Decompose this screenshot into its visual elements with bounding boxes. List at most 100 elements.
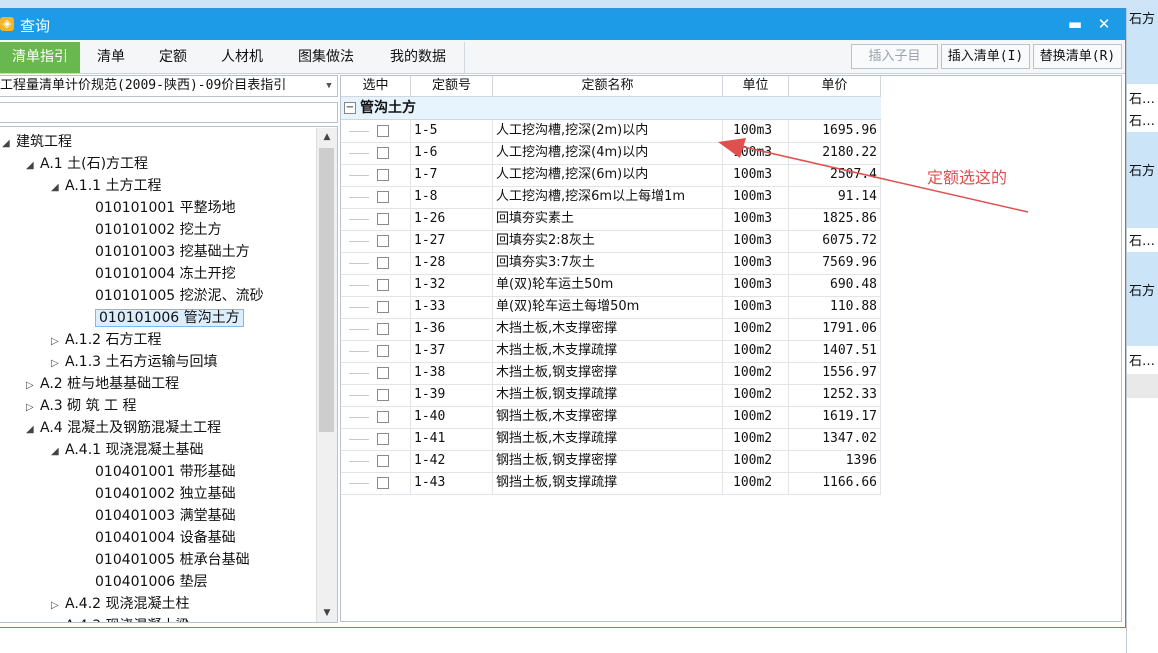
scroll-up-icon[interactable]: ▲: [317, 128, 337, 146]
tree-node[interactable]: ◢ A.1 土(石)方工程: [26, 153, 148, 175]
tab-my-data[interactable]: 我的数据: [372, 42, 465, 73]
table-row[interactable]: 1-42 钢挡土板,钢支撑密撑 100m2 1396: [341, 450, 881, 473]
row-checkbox[interactable]: [376, 388, 389, 401]
tree-node[interactable]: 010401001 带形基础: [95, 461, 236, 483]
search-input[interactable]: [0, 102, 338, 123]
tab-labor-material-machine[interactable]: 人材机: [204, 42, 281, 73]
tree-node[interactable]: ▷ A.1.2 石方工程: [51, 329, 162, 351]
table-row[interactable]: 1-26 回填夯实素土 100m3 1825.86: [341, 208, 881, 231]
header-code[interactable]: 定额号: [411, 76, 493, 96]
minimize-button[interactable]: ▬: [1063, 13, 1087, 35]
row-checkbox[interactable]: [376, 454, 389, 467]
header-unit[interactable]: 单位: [723, 76, 789, 96]
table-row[interactable]: 1-41 钢挡土板,木支撑疏撑 100m2 1347.02: [341, 428, 881, 451]
row-checkbox[interactable]: [376, 168, 389, 181]
row-checkbox[interactable]: [376, 124, 389, 137]
expand-icon[interactable]: ▷: [51, 617, 65, 622]
tree-node[interactable]: ▷ A.3 砌 筑 工 程: [26, 395, 137, 417]
tree-node[interactable]: 010401006 垫层: [95, 571, 208, 593]
table-row[interactable]: 1-40 钢挡土板,木支撑密撑 100m2 1619.17: [341, 406, 881, 429]
row-checkbox[interactable]: [376, 322, 389, 335]
tab-list[interactable]: 清单: [80, 42, 143, 73]
table-row[interactable]: 1-32 单(双)轮车运土50m 100m3 690.48: [341, 274, 881, 297]
table-row[interactable]: 1-7 人工挖沟槽,挖深(6m)以内 100m3 2507.4: [341, 164, 881, 187]
close-button[interactable]: ✕: [1092, 13, 1116, 35]
table-row[interactable]: 1-39 木挡土板,钢支撑疏撑 100m2 1252.33: [341, 384, 881, 407]
collapse-icon[interactable]: ◢: [26, 419, 40, 441]
table-row[interactable]: 1-33 单(双)轮车运土每增50m 100m3 110.88: [341, 296, 881, 319]
table-row[interactable]: 1-28 回填夯实3:7灰土 100m3 7569.96: [341, 252, 881, 275]
tree-node[interactable]: ◢ A.4.1 现浇混凝土基础: [51, 439, 204, 461]
scroll-down-icon[interactable]: ▼: [317, 604, 337, 622]
table-row[interactable]: 1-43 钢挡土板,钢支撑疏撑 100m2 1166.66: [341, 472, 881, 495]
tab-quota[interactable]: 定额: [142, 42, 205, 73]
tree-node[interactable]: ▷ A.1.3 土石方运输与回填: [51, 351, 218, 373]
insert-list-button[interactable]: 插入清单(I): [941, 44, 1030, 69]
row-checkbox[interactable]: [376, 300, 389, 313]
expand-icon[interactable]: ▷: [51, 331, 65, 353]
chevron-down-icon[interactable]: ▼: [323, 76, 335, 96]
tree-node[interactable]: 010401004 设备基础: [95, 527, 236, 549]
collapse-icon[interactable]: −: [344, 102, 356, 114]
row-checkbox[interactable]: [376, 234, 389, 247]
grid-header: 选中 定额号 定额名称 单位 单价: [341, 76, 881, 97]
table-row[interactable]: 1-27 回填夯实2:8灰土 100m3 6075.72: [341, 230, 881, 253]
annotation-label: 定额选这的: [927, 168, 1008, 187]
tree-node[interactable]: 010101003 挖基础土方: [95, 241, 250, 263]
price-cell: 1825.86: [789, 208, 881, 230]
collapse-icon[interactable]: ◢: [51, 177, 65, 199]
tree-node[interactable]: 010101001 平整场地: [95, 197, 236, 219]
table-row[interactable]: 1-6 人工挖沟槽,挖深(4m)以内 100m3 2180.22: [341, 142, 881, 165]
tree-node[interactable]: 010401003 满堂基础: [95, 505, 236, 527]
table-row[interactable]: 1-37 木挡土板,木支撑疏撑 100m2 1407.51: [341, 340, 881, 363]
row-checkbox[interactable]: [376, 190, 389, 203]
collapse-icon[interactable]: ◢: [26, 155, 40, 177]
header-price[interactable]: 单价: [789, 76, 881, 96]
expand-icon[interactable]: ▷: [51, 353, 65, 375]
tree-line: [349, 483, 369, 484]
name-cell: 木挡土板,木支撑密撑: [493, 318, 723, 340]
tree-node[interactable]: 010101002 挖土方: [95, 219, 222, 241]
row-checkbox[interactable]: [376, 278, 389, 291]
row-checkbox[interactable]: [376, 410, 389, 423]
tree-node[interactable]: ◢ A.4 混凝土及钢筋混凝土工程: [26, 417, 221, 439]
tab-atlas-method[interactable]: 图集做法: [280, 42, 373, 73]
select-cell: [341, 406, 411, 428]
row-checkbox[interactable]: [376, 146, 389, 159]
row-checkbox[interactable]: [376, 256, 389, 269]
collapse-icon[interactable]: ◢: [51, 441, 65, 463]
table-row[interactable]: 1-38 木挡土板,钢支撑密撑 100m2 1556.97: [341, 362, 881, 385]
row-checkbox[interactable]: [376, 212, 389, 225]
row-checkbox[interactable]: [376, 366, 389, 379]
replace-list-button[interactable]: 替换清单(R): [1033, 44, 1122, 69]
tree-node[interactable]: ◢ 建筑工程: [2, 131, 72, 153]
collapse-icon[interactable]: ◢: [2, 133, 16, 155]
scrollbar-thumb[interactable]: [319, 148, 334, 432]
row-checkbox[interactable]: [376, 344, 389, 357]
tab-list-guide[interactable]: 清单指引: [0, 42, 81, 73]
tree-node[interactable]: 010401005 桩承台基础: [95, 549, 250, 571]
expand-icon[interactable]: ▷: [26, 397, 40, 419]
tree-node[interactable]: ▷A.4.3 现浇混凝土梁: [51, 615, 190, 622]
header-select[interactable]: 选中: [341, 76, 411, 96]
group-row[interactable]: − 管沟土方: [341, 97, 881, 120]
table-row[interactable]: 1-8 人工挖沟槽,挖深6m以上每增1m 100m3 91.14: [341, 186, 881, 209]
header-name[interactable]: 定额名称: [493, 76, 723, 96]
insert-child-button[interactable]: 插入子目: [851, 44, 938, 69]
row-checkbox[interactable]: [376, 432, 389, 445]
tree-node[interactable]: ◢ A.1.1 土方工程: [51, 175, 162, 197]
row-checkbox[interactable]: [376, 476, 389, 489]
expand-icon[interactable]: ▷: [26, 375, 40, 397]
tree-node[interactable]: 010401002 独立基础: [95, 483, 236, 505]
tree-node[interactable]: 010101004 冻土开挖: [95, 263, 236, 285]
tree-node[interactable]: 010101005 挖淤泥、流砂: [95, 285, 264, 307]
tree-node[interactable]: 010101006 管沟土方: [95, 307, 244, 329]
table-row[interactable]: 1-5 人工挖沟槽,挖深(2m)以内 100m3 1695.96: [341, 120, 881, 143]
expand-icon[interactable]: ▷: [51, 595, 65, 617]
standard-select[interactable]: 工程量清单计价规范(2009-陕西)-09价目表指引 ▼: [0, 75, 338, 97]
tree-node[interactable]: ▷ A.2 桩与地基基础工程: [26, 373, 179, 395]
tree-scrollbar[interactable]: ▲ ▼: [316, 128, 337, 622]
background-cell-text: 石方: [1129, 284, 1156, 299]
tree-node[interactable]: ▷ A.4.2 现浇混凝土柱: [51, 593, 190, 615]
table-row[interactable]: 1-36 木挡土板,木支撑密撑 100m2 1791.06: [341, 318, 881, 341]
